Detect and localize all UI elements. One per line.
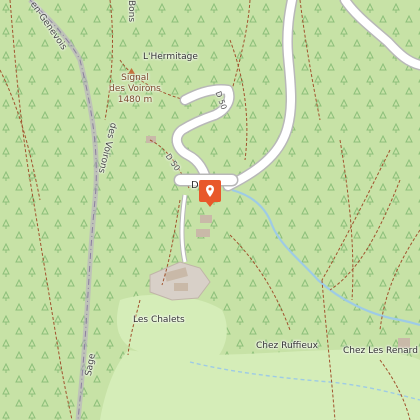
place-label-les-chalets: Les Chalets xyxy=(133,315,185,325)
map-pin-icon[interactable] xyxy=(199,180,221,211)
meadow-area-south xyxy=(100,349,420,420)
peak-elevation: 1480 m xyxy=(117,95,153,105)
place-label-chez-les-renard: Chez Les Renard xyxy=(343,346,418,356)
place-label-d: D xyxy=(191,180,199,191)
place-label-hermitage: L'Hermitage xyxy=(143,52,198,62)
map-pin-shape xyxy=(199,180,221,207)
building xyxy=(196,229,210,237)
peak-label[interactable]: Signal des Voirons 1480 m xyxy=(104,73,166,106)
peak-name: Signal xyxy=(121,73,149,83)
building xyxy=(174,283,188,291)
boundary-label-bons: Bons xyxy=(126,0,136,23)
map-canvas[interactable]: L'Hermitage Signal des Voirons 1480 m Le… xyxy=(0,0,420,420)
peak-name-2: des Voirons xyxy=(109,84,161,94)
building xyxy=(146,136,156,143)
building xyxy=(200,215,212,223)
place-label-chez-ruffieux: Chez Ruffieux xyxy=(256,341,318,351)
